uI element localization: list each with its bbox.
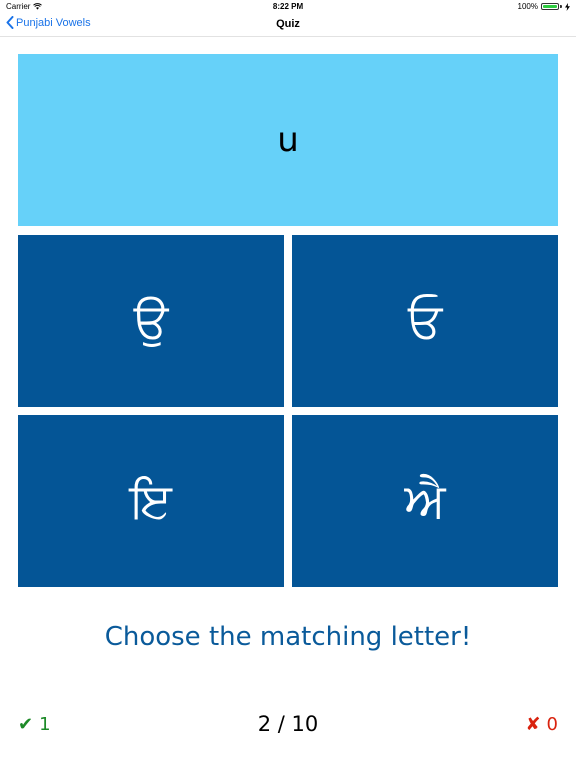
back-label: Punjabi Vowels bbox=[16, 16, 91, 29]
battery-group: 100% bbox=[518, 2, 570, 11]
navigation-bar: Punjabi Vowels Quiz bbox=[0, 14, 576, 37]
status-bar: Carrier 8:22 PM 100% bbox=[0, 0, 576, 14]
answer-option-1[interactable]: ਉ bbox=[18, 235, 284, 407]
answer-option-label: ਓ bbox=[407, 292, 443, 349]
answer-option-label: ਐ bbox=[404, 472, 446, 529]
prompt-card: u bbox=[18, 54, 558, 226]
cross-icon: ✘ bbox=[525, 714, 541, 735]
instruction-text: Choose the matching letter! bbox=[104, 622, 472, 652]
battery-percent: 100% bbox=[517, 2, 538, 11]
answer-option-label: ਇ bbox=[130, 472, 172, 529]
answer-option-2[interactable]: ਓ bbox=[292, 235, 558, 407]
battery-tip bbox=[560, 5, 562, 8]
wrong-count: 0 bbox=[546, 714, 558, 735]
prompt-letter: u bbox=[277, 120, 299, 160]
wrong-counter: ✘ 0 bbox=[525, 714, 558, 735]
battery-fill bbox=[543, 5, 557, 8]
charging-icon bbox=[565, 2, 570, 11]
back-button[interactable]: Punjabi Vowels bbox=[6, 16, 91, 29]
answer-option-3[interactable]: ਇ bbox=[18, 415, 284, 587]
answer-option-4[interactable]: ਐ bbox=[292, 415, 558, 587]
battery-icon bbox=[541, 3, 559, 10]
answer-option-label: ਉ bbox=[133, 292, 169, 349]
status-time: 8:22 PM bbox=[272, 2, 304, 11]
chevron-left-icon bbox=[6, 16, 14, 29]
progress-indicator: 2 / 10 bbox=[257, 712, 319, 736]
